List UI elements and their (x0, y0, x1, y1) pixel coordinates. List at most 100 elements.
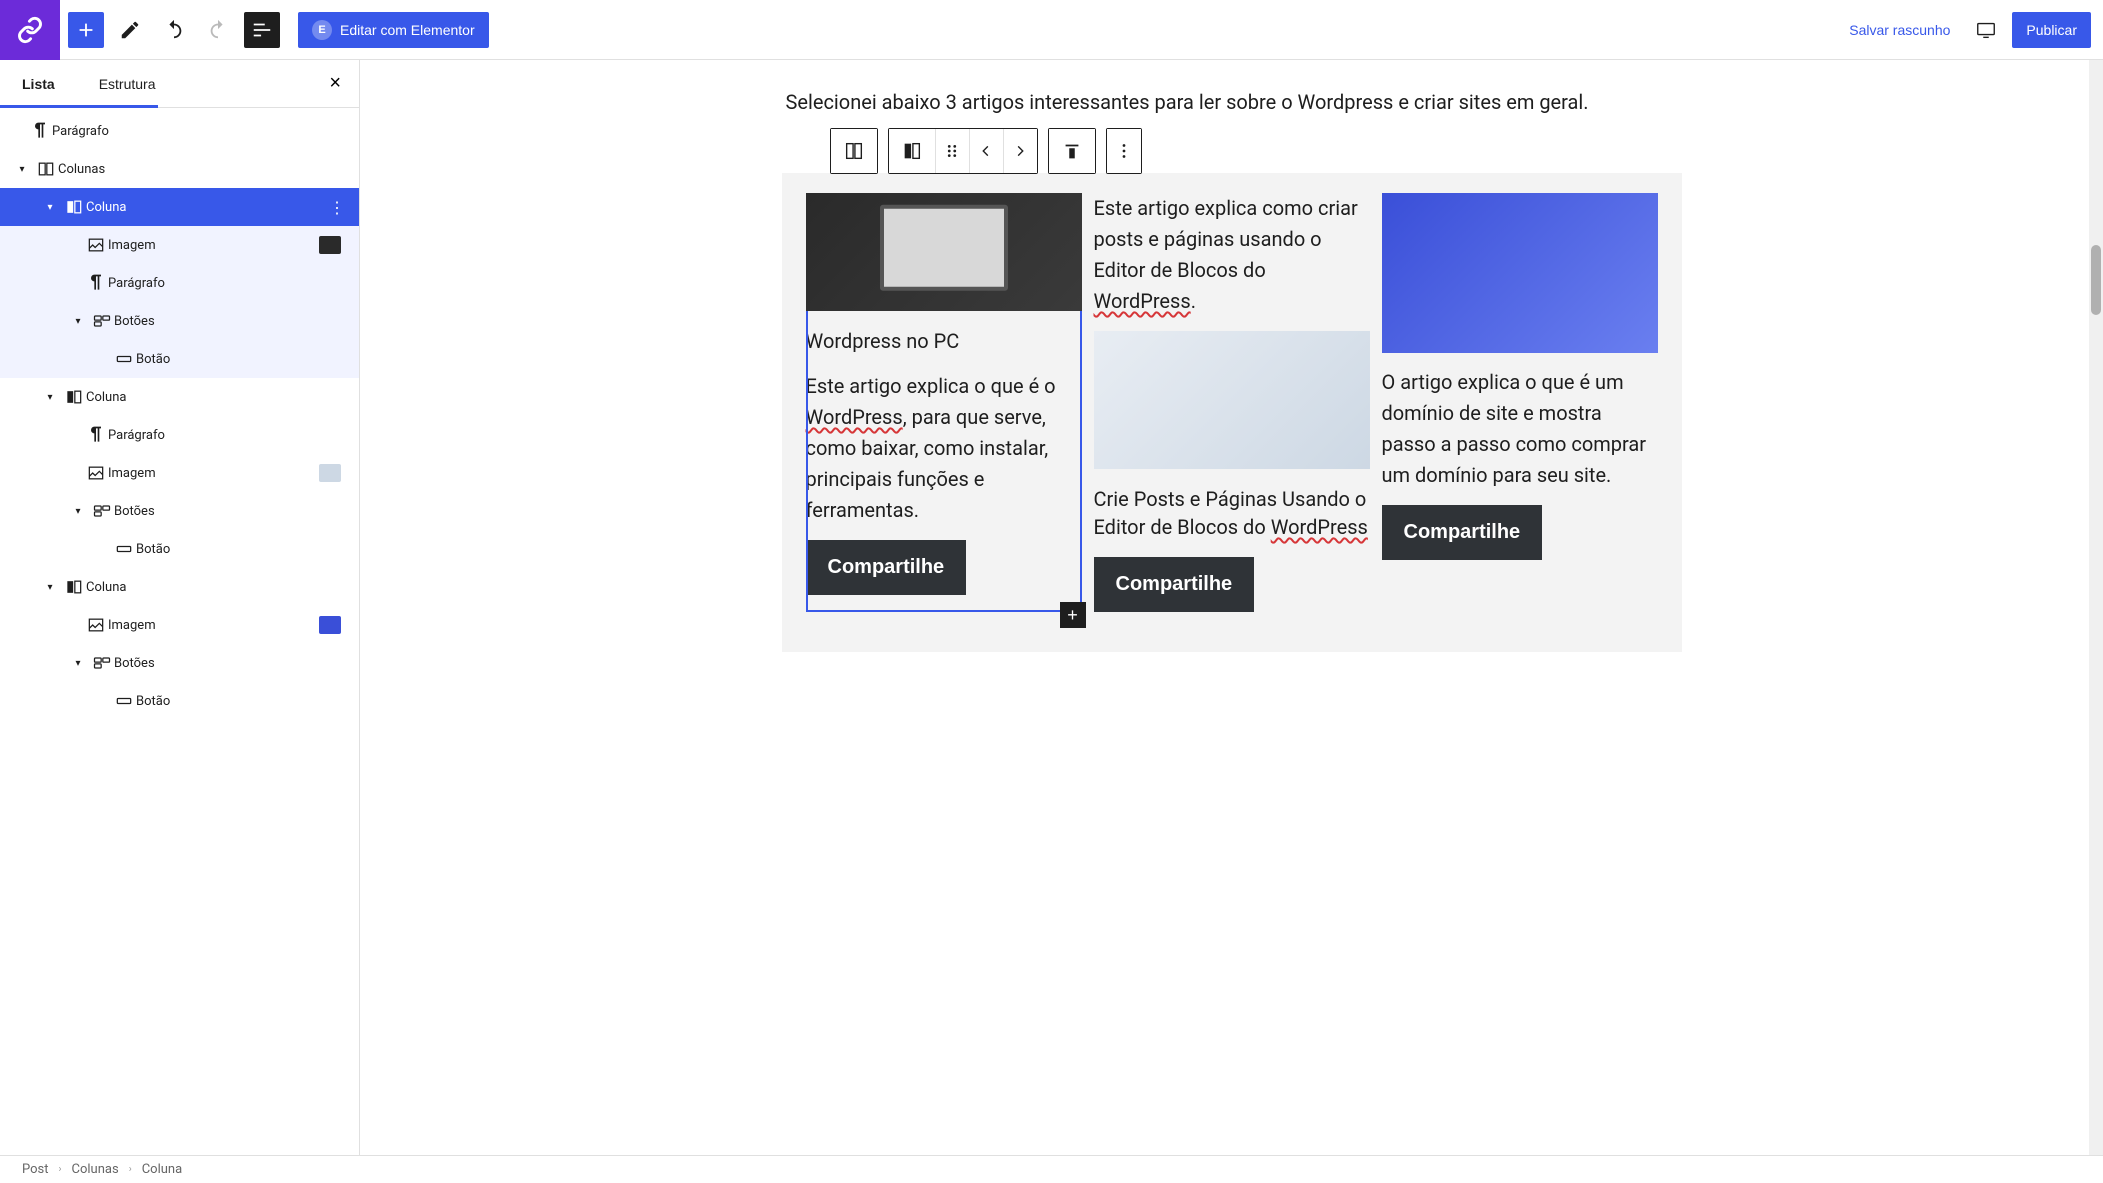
edit-with-elementor-button[interactable]: E Editar com Elementor (298, 12, 489, 48)
tree-item-coluna[interactable]: ▾ Coluna ⋮ (0, 188, 359, 226)
tree-label: Botões (114, 504, 155, 519)
scrollbar-thumb[interactable] (2091, 245, 2101, 315)
move-left-button[interactable] (969, 129, 1003, 173)
chevron-down-icon[interactable]: ▾ (38, 582, 62, 593)
tree-item-botão[interactable]: Botão (0, 530, 359, 568)
column-icon (62, 387, 86, 407)
site-logo[interactable] (0, 0, 60, 60)
move-right-button[interactable] (1003, 129, 1037, 173)
tree-item-botão[interactable]: Botão (0, 340, 359, 378)
tree-label: Parágrafo (52, 124, 109, 139)
block-type-button[interactable] (889, 129, 935, 173)
share-button-2[interactable]: Compartilhe (1094, 557, 1255, 612)
edit-mode-button[interactable] (112, 12, 148, 48)
buttons-icon (90, 501, 114, 521)
tree-item-parágrafo[interactable]: Parágrafo (0, 416, 359, 454)
image-icon (84, 463, 108, 483)
drag-handle[interactable] (935, 129, 969, 173)
image-icon (84, 615, 108, 635)
button-icon (112, 349, 136, 369)
tree-thumbnail (319, 236, 341, 254)
breadcrumb-columns[interactable]: Colunas (72, 1162, 119, 1177)
preview-button[interactable] (1968, 12, 2004, 48)
tree-label: Coluna (86, 390, 126, 405)
block-tree: Parágrafo▾Colunas▾Coluna⋮ImagemParágrafo… (0, 108, 359, 1155)
save-draft-button[interactable]: Salvar rascunho (1839, 16, 1960, 44)
column-1-text[interactable]: Este artigo explica o que é o WordPress,… (806, 371, 1082, 526)
image-block-1[interactable] (806, 193, 1082, 311)
share-button-1[interactable]: Compartilhe (806, 540, 967, 595)
intro-paragraph[interactable]: Selecionei abaixo 3 artigos interessante… (782, 90, 1682, 114)
sidebar-tabs: Lista Estrutura × (0, 60, 359, 108)
image-block-3[interactable] (1382, 193, 1658, 353)
top-toolbar: E Editar com Elementor Salvar rascunho P… (0, 0, 2103, 60)
tree-item-imagem[interactable]: Imagem (0, 226, 359, 264)
column-2-title[interactable]: Crie Posts e Páginas Usando o Editor de … (1094, 485, 1370, 541)
buttons-icon (90, 653, 114, 673)
tree-label: Botões (114, 656, 155, 671)
tree-label: Botão (136, 694, 170, 709)
tree-item-coluna[interactable]: ▾ Coluna (0, 378, 359, 416)
column-2-top-text[interactable]: Este artigo explica como criar posts e p… (1094, 193, 1370, 317)
columns-icon (34, 159, 58, 179)
tree-item-imagem[interactable]: Imagem (0, 606, 359, 644)
block-toolbar (830, 128, 1682, 174)
tree-item-botões[interactable]: ▾ Botões (0, 492, 359, 530)
tree-label: Botões (114, 314, 155, 329)
chevron-right-icon: › (59, 1164, 62, 1175)
publish-button[interactable]: Publicar (2012, 12, 2091, 48)
column-1[interactable]: Wordpress no PC Este artigo explica o qu… (806, 193, 1082, 612)
tree-label: Imagem (108, 466, 156, 481)
button-icon (112, 691, 136, 711)
parent-block-button[interactable] (831, 129, 877, 173)
tree-item-botões[interactable]: ▾ Botões (0, 644, 359, 682)
column-2[interactable]: Este artigo explica como criar posts e p… (1094, 193, 1370, 612)
tree-item-imagem[interactable]: Imagem (0, 454, 359, 492)
image-icon (84, 235, 108, 255)
button-icon (112, 539, 136, 559)
tree-thumbnail (319, 616, 341, 634)
image-block-2[interactable] (1094, 331, 1370, 469)
tree-thumbnail (319, 464, 341, 482)
editor-canvas[interactable]: Selecionei abaixo 3 artigos interessante… (360, 60, 2103, 1155)
tab-structure[interactable]: Estrutura (77, 62, 178, 106)
tree-item-parágrafo[interactable]: Parágrafo (0, 112, 359, 150)
column-3-text[interactable]: O artigo explica o que é um domínio de s… (1382, 367, 1658, 491)
redo-button[interactable] (200, 12, 236, 48)
more-icon[interactable]: ⋮ (329, 198, 345, 217)
tab-list[interactable]: Lista (0, 62, 77, 106)
paragraph-icon (84, 425, 108, 445)
column-3[interactable]: O artigo explica o que é um domínio de s… (1382, 193, 1658, 612)
breadcrumb-column[interactable]: Coluna (142, 1162, 182, 1177)
column-1-title[interactable]: Wordpress no PC (806, 327, 1082, 355)
tree-label: Coluna (86, 580, 126, 595)
column-icon (62, 197, 86, 217)
tree-item-coluna[interactable]: ▾ Coluna (0, 568, 359, 606)
tree-item-parágrafo[interactable]: Parágrafo (0, 264, 359, 302)
tree-item-botão[interactable]: Botão (0, 682, 359, 720)
columns-block[interactable]: Wordpress no PC Este artigo explica o qu… (782, 173, 1682, 652)
share-button-3[interactable]: Compartilhe (1382, 505, 1543, 560)
tree-item-botões[interactable]: ▾ Botões (0, 302, 359, 340)
chevron-down-icon[interactable]: ▾ (38, 202, 62, 213)
tree-label: Colunas (58, 162, 105, 177)
undo-button[interactable] (156, 12, 192, 48)
close-sidebar-button[interactable]: × (325, 68, 345, 99)
tree-label: Coluna (86, 200, 126, 215)
sidebar: Lista Estrutura × Parágrafo ▾ Colunas ▾ Colu… (0, 60, 360, 1155)
chevron-down-icon[interactable]: ▾ (66, 316, 90, 327)
add-block-button[interactable] (68, 12, 104, 48)
tree-label: Botão (136, 542, 170, 557)
chevron-down-icon[interactable]: ▾ (10, 164, 34, 175)
chevron-down-icon[interactable]: ▾ (66, 506, 90, 517)
tree-item-colunas[interactable]: ▾ Colunas (0, 150, 359, 188)
chevron-down-icon[interactable]: ▾ (66, 658, 90, 669)
chevron-right-icon: › (129, 1164, 132, 1175)
list-view-button[interactable] (244, 12, 280, 48)
scrollbar-track[interactable] (2089, 60, 2103, 1155)
breadcrumb-post[interactable]: Post (22, 1162, 49, 1177)
more-options-button[interactable] (1107, 129, 1141, 173)
insert-block-button[interactable]: + (1060, 602, 1086, 628)
align-button[interactable] (1049, 129, 1095, 173)
chevron-down-icon[interactable]: ▾ (38, 392, 62, 403)
